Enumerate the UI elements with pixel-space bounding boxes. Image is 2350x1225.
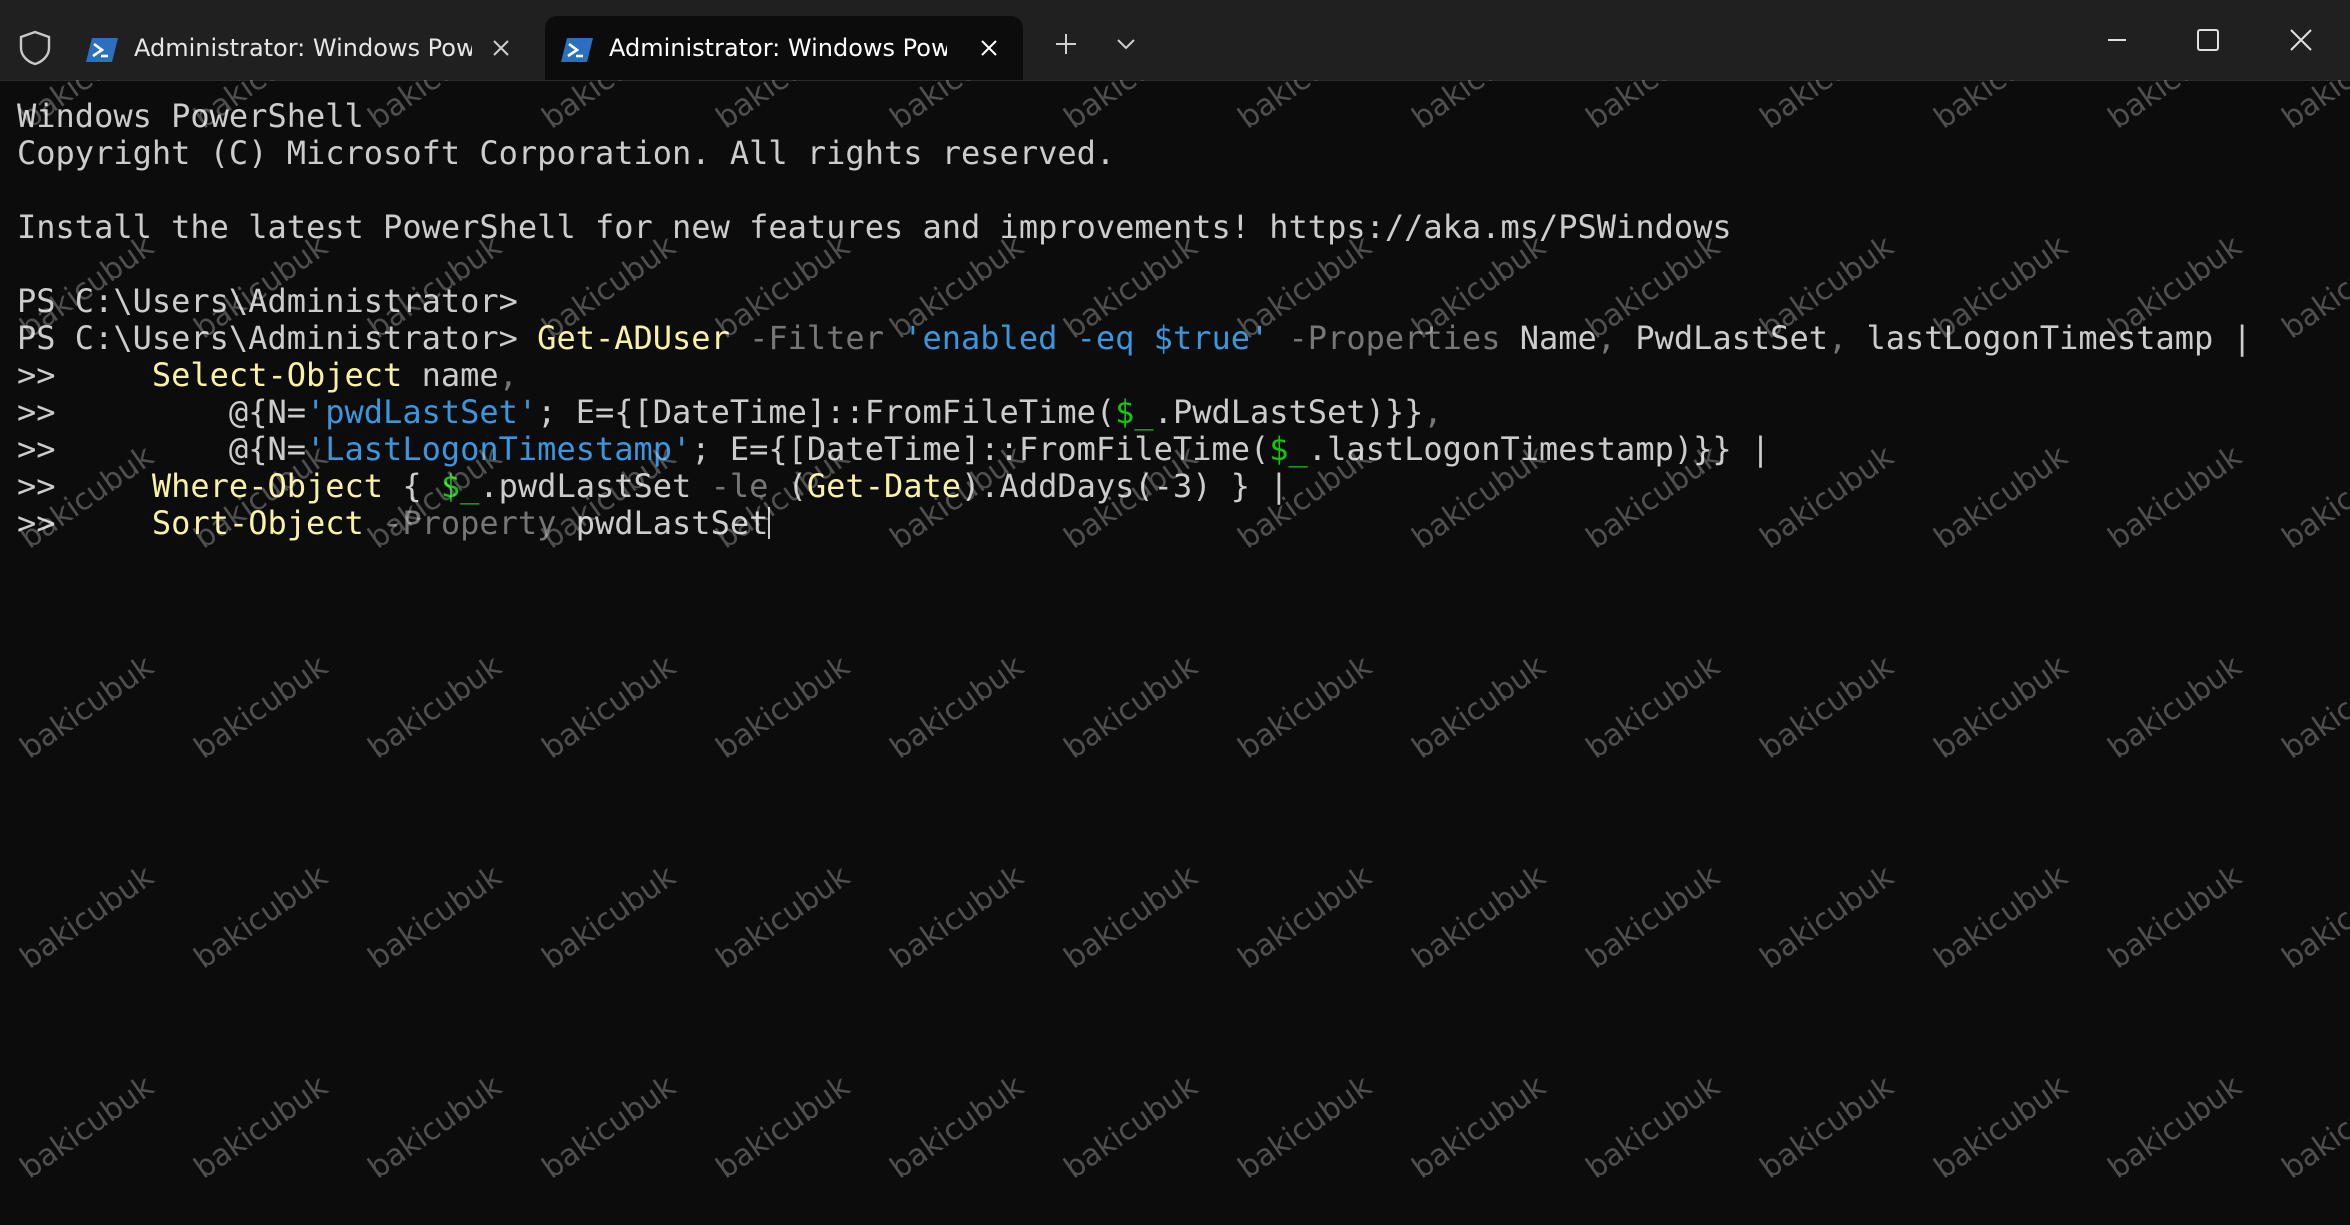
terminal-token: PwdLastSet (1616, 319, 1828, 357)
terminal-line: >> Select-Object name, (17, 357, 2337, 394)
terminal-token: .lastLogonTimestamp)}} | (1307, 430, 1771, 468)
powershell-icon (561, 38, 593, 62)
powershell-icon (86, 38, 118, 62)
terminal-token: .pwdLastSet (479, 467, 711, 505)
terminal-token: >> (17, 356, 75, 394)
terminal-token: pwdLastSet (556, 504, 769, 542)
terminal-token: >> (17, 430, 75, 468)
terminal-token: Where-Object (74, 467, 384, 505)
terminal-token: >> (17, 467, 75, 505)
terminal-token: , (1596, 319, 1617, 357)
terminal-token: Get-ADUser (537, 319, 730, 357)
terminal-token: $_ (1115, 393, 1154, 431)
terminal-line: Copyright (C) Microsoft Corporation. All… (17, 135, 2337, 172)
terminal-token: Get-Date (806, 467, 962, 505)
terminal-token: ).AddDays(-3) } | (961, 467, 1289, 505)
terminal-token: ; E={[DateTime]::FromFileTime( (691, 430, 1270, 468)
terminal-token: -le (710, 467, 769, 505)
terminal-token: -Properties (1269, 319, 1501, 357)
terminal-token: PS C:\Users\Administrator> (17, 319, 538, 357)
terminal-token: .PwdLastSet)}} (1153, 393, 1424, 431)
terminal-token: 'LastLogonTimestamp' (305, 430, 692, 468)
terminal-token: @{N= (74, 393, 306, 431)
terminal-token: -Filter (729, 319, 904, 357)
terminal-token: ( (768, 467, 807, 505)
terminal-line: >> @{N='LastLogonTimestamp'; E={[DateTim… (17, 431, 2337, 468)
terminal-token: $_ (440, 467, 480, 505)
terminal-token: @{N= (74, 430, 306, 468)
close-tab-icon[interactable] (489, 36, 513, 60)
terminal-line: PS C:\Users\Administrator> Get-ADUser -F… (17, 320, 2337, 357)
terminal-token: Copyright (C) Microsoft Corporation. All… (17, 134, 1116, 172)
close-window-icon[interactable] (2258, 14, 2344, 66)
terminal-line: >> Where-Object { $_.pwdLastSet -le (Get… (17, 468, 2337, 505)
close-tab-icon[interactable] (977, 36, 1001, 60)
terminal-token: Install the latest PowerShell for new fe… (17, 208, 1732, 246)
terminal-token: { (383, 467, 441, 505)
tab-powershell-1[interactable]: Administrator: Windows PowerShell (70, 16, 535, 80)
terminal-token: name (402, 356, 499, 394)
new-tab-icon[interactable] (1046, 24, 1086, 64)
terminal-token: ' (1250, 319, 1270, 357)
terminal-token: $true (1153, 319, 1250, 357)
shield-icon (19, 30, 51, 66)
terminal-token: >> (17, 504, 75, 542)
terminal-token: Sort-Object (74, 504, 364, 542)
terminal-output[interactable]: Windows PowerShell Copyright (C) Microsof… (17, 98, 2337, 1208)
minimize-icon[interactable] (2074, 14, 2160, 66)
terminal-token: ; E={[DateTime]::FromFileTime( (537, 393, 1116, 431)
maximize-icon[interactable] (2165, 14, 2251, 66)
terminal-token: 'enabled -eq (903, 319, 1154, 357)
text-cursor (768, 507, 771, 539)
terminal-line: >> @{N='pwdLastSet'; E={[DateTime]::From… (17, 394, 2337, 431)
terminal-token: , (498, 356, 518, 394)
terminal-token: lastLogonTimestamp | (1847, 319, 2252, 357)
terminal-token: 'pwdLastSet' (305, 393, 538, 431)
chevron-down-icon[interactable] (1106, 24, 1146, 64)
terminal-line: Windows PowerShell (17, 98, 2337, 135)
tab-title: Administrator: Windows PowerShell (609, 34, 947, 62)
terminal-line: PS C:\Users\Administrator> (17, 283, 2337, 320)
terminal-token: >> (17, 393, 75, 431)
terminal-token: Windows PowerShell (17, 98, 364, 135)
terminal-token: PS C:\Users\Administrator> (17, 282, 518, 320)
terminal-token: -Property (363, 504, 557, 542)
terminal-line: Install the latest PowerShell for new fe… (17, 209, 2337, 246)
tab-powershell-2[interactable]: Administrator: Windows PowerShell (545, 16, 1023, 80)
terminal-token: Name (1500, 319, 1597, 357)
title-bar: Administrator: Windows PowerShell Admini… (0, 0, 2350, 81)
tab-title: Administrator: Windows PowerShell (134, 34, 472, 62)
terminal-token: Select-Object (74, 356, 403, 394)
terminal-token: $_ (1269, 430, 1308, 468)
terminal-line: >> Sort-Object -Property pwdLastSet (17, 505, 2337, 542)
terminal-token: , (1423, 393, 1443, 431)
terminal-token: , (1827, 319, 1848, 357)
